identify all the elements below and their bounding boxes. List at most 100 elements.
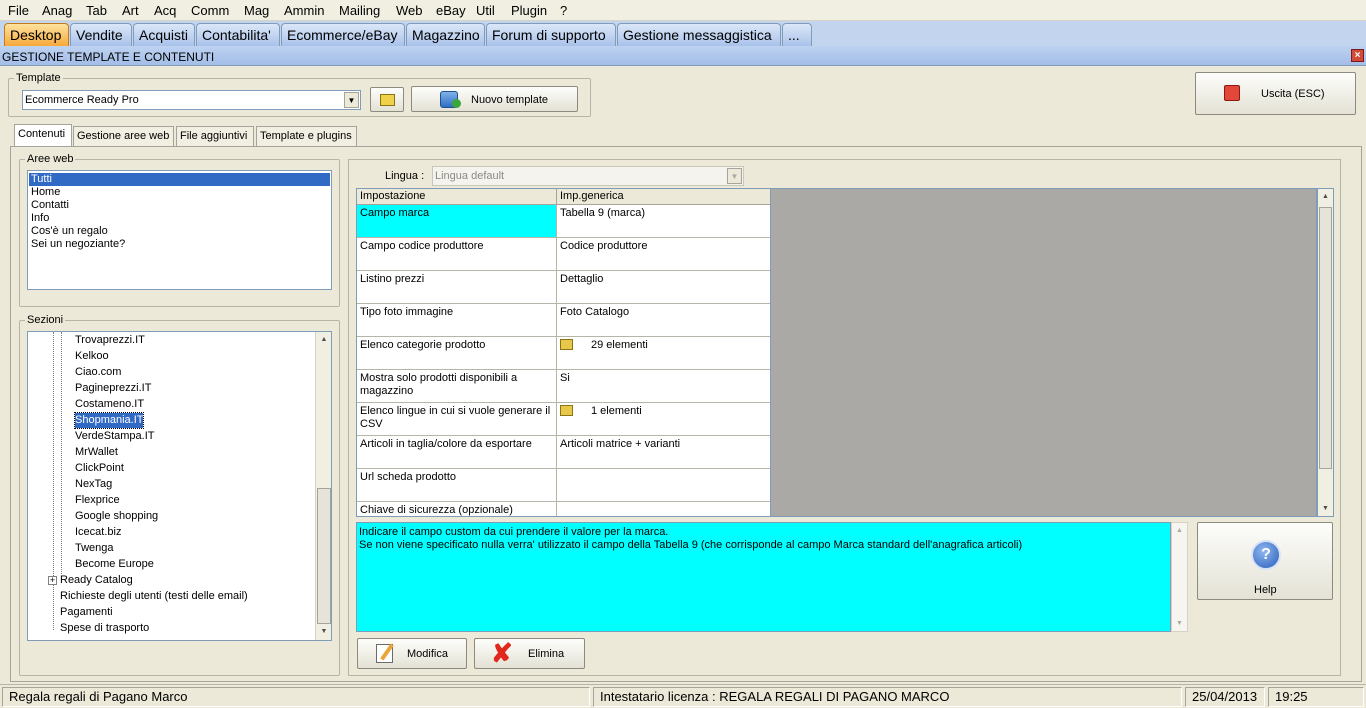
list-item[interactable]: Tutti bbox=[29, 173, 330, 186]
menu-tab[interactable]: Tab bbox=[86, 3, 107, 18]
grid-cell-setting[interactable]: Elenco lingue in cui si vuole generare i… bbox=[357, 403, 557, 436]
menu-anag[interactable]: Anag bbox=[42, 3, 72, 18]
settings-grid[interactable]: Impostazione Imp.generica Campo marca Ta… bbox=[356, 188, 771, 517]
grid-cell-value[interactable]: Tabella 9 (marca) bbox=[557, 205, 770, 238]
open-folder-button[interactable] bbox=[370, 87, 404, 112]
scroll-down-icon[interactable]: ▼ bbox=[1318, 501, 1333, 516]
tree-item[interactable]: Become Europe bbox=[75, 557, 154, 572]
grid-cell-setting[interactable]: Chiave di sicurezza (opzionale) bbox=[357, 502, 557, 516]
menu-ammin[interactable]: Ammin bbox=[284, 3, 324, 18]
column-header[interactable]: Imp.generica bbox=[557, 189, 770, 205]
grid-cell-setting[interactable]: Elenco categorie prodotto bbox=[357, 337, 557, 370]
scroll-thumb[interactable] bbox=[317, 488, 331, 624]
help-button[interactable]: ? Help bbox=[1197, 522, 1333, 600]
grid-cell-setting[interactable]: Campo marca bbox=[357, 205, 557, 238]
list-item[interactable]: Contatti bbox=[29, 199, 69, 212]
modifica-button[interactable]: Modifica bbox=[357, 638, 467, 669]
new-template-button[interactable]: Nuovo template bbox=[411, 86, 578, 112]
grid-cell-setting[interactable]: Url scheda prodotto bbox=[357, 469, 557, 502]
tree-item[interactable]: Flexprice bbox=[75, 493, 120, 508]
aree-web-list[interactable]: Tutti Home Contatti Info Cos'è un regalo… bbox=[27, 170, 332, 290]
grid-cell-value[interactable]: 1 elementi bbox=[557, 403, 770, 436]
description-box[interactable]: Indicare il campo custom da cui prendere… bbox=[356, 522, 1171, 632]
tree-item[interactable]: Trovaprezzi.IT bbox=[75, 333, 145, 348]
chevron-down-icon[interactable]: ▼ bbox=[727, 168, 742, 184]
scroll-up-icon[interactable]: ▲ bbox=[1172, 523, 1187, 538]
description-scrollbar[interactable]: ▲ ▼ bbox=[1171, 522, 1188, 632]
menu-plugin[interactable]: Plugin bbox=[511, 3, 547, 18]
tree-item[interactable]: Ciao.com bbox=[75, 365, 121, 380]
tab-acquisti[interactable]: Acquisti bbox=[133, 23, 195, 46]
tree-item[interactable]: Pagineprezzi.IT bbox=[75, 381, 151, 396]
tab-messaggistica[interactable]: Gestione messaggistica bbox=[617, 23, 781, 46]
subtab-template-plugins[interactable]: Template e plugins bbox=[256, 126, 357, 146]
list-item[interactable]: Home bbox=[29, 186, 60, 199]
list-item[interactable]: Cos'è un regalo bbox=[29, 225, 108, 238]
grid-cell-value[interactable]: Foto Catalogo bbox=[557, 304, 770, 337]
menu-file[interactable]: File bbox=[8, 3, 29, 18]
expand-icon[interactable]: + bbox=[48, 576, 57, 585]
grid-cell-value[interactable]: Si bbox=[557, 370, 770, 403]
scroll-down-icon[interactable]: ▼ bbox=[1172, 616, 1187, 631]
tree-item[interactable]: NexTag bbox=[75, 477, 112, 492]
tab-more[interactable]: ... bbox=[782, 23, 812, 46]
menu-art[interactable]: Art bbox=[122, 3, 139, 18]
tree-item-selected[interactable]: Shopmania.IT bbox=[73, 412, 145, 429]
lingua-select[interactable]: Lingua default ▼ bbox=[432, 166, 744, 186]
tree-item[interactable]: ClickPoint bbox=[75, 461, 124, 476]
tree-item[interactable]: Richieste degli utenti (testi delle emai… bbox=[60, 589, 248, 604]
grid-cell-setting[interactable]: Mostra solo prodotti disponibili a magaz… bbox=[357, 370, 557, 403]
tree-item[interactable]: MrWallet bbox=[75, 445, 118, 460]
tab-magazzino[interactable]: Magazzino bbox=[406, 23, 485, 46]
folder-icon[interactable] bbox=[560, 339, 573, 350]
menu-comm[interactable]: Comm bbox=[191, 3, 229, 18]
scroll-up-icon[interactable]: ▲ bbox=[1318, 189, 1333, 204]
tree-item[interactable]: Icecat.biz bbox=[75, 525, 121, 540]
grid-scrollbar[interactable]: ▲ ▼ bbox=[1317, 188, 1334, 517]
template-select[interactable]: Ecommerce Ready Pro ▼ bbox=[22, 90, 361, 110]
tab-ecommerce-ebay[interactable]: Ecommerce/eBay bbox=[281, 23, 405, 46]
elimina-button[interactable]: ✘ Elimina bbox=[474, 638, 585, 669]
list-item[interactable]: Info bbox=[29, 212, 49, 225]
subtab-file-aggiuntivi[interactable]: File aggiuntivi bbox=[176, 126, 254, 146]
tab-forum[interactable]: Forum di supporto bbox=[486, 23, 616, 46]
list-item[interactable]: Sei un negoziante? bbox=[29, 238, 125, 251]
grid-cell-setting[interactable]: Articoli in taglia/colore da esportare bbox=[357, 436, 557, 469]
chevron-down-icon[interactable]: ▼ bbox=[344, 92, 359, 108]
tab-contabilita[interactable]: Contabilita' bbox=[196, 23, 280, 46]
scroll-thumb[interactable] bbox=[1319, 207, 1332, 469]
menu-mailing[interactable]: Mailing bbox=[339, 3, 380, 18]
grid-cell-value[interactable]: 29 elementi bbox=[557, 337, 770, 370]
tree-item[interactable]: Ready Catalog bbox=[60, 573, 133, 588]
tab-vendite[interactable]: Vendite bbox=[70, 23, 132, 46]
menu-web[interactable]: Web bbox=[396, 3, 423, 18]
tree-item[interactable]: Spese di trasporto bbox=[60, 621, 149, 636]
menu-acq[interactable]: Acq bbox=[154, 3, 176, 18]
tree-item[interactable]: Twenga bbox=[75, 541, 114, 556]
subtab-gestione-aree[interactable]: Gestione aree web bbox=[73, 126, 174, 146]
tree-item[interactable]: Costameno.IT bbox=[75, 397, 144, 412]
menu-ebay[interactable]: eBay bbox=[436, 3, 466, 18]
menu-util[interactable]: Util bbox=[476, 3, 495, 18]
menu-help[interactable]: ? bbox=[560, 3, 567, 18]
tree-item[interactable]: VerdeStampa.IT bbox=[75, 429, 155, 444]
scroll-up-icon[interactable]: ▲ bbox=[316, 332, 331, 347]
grid-cell-value[interactable]: Codice produttore bbox=[557, 238, 770, 271]
sezioni-tree[interactable]: Trovaprezzi.IT Kelkoo Ciao.com Paginepre… bbox=[27, 331, 332, 641]
exit-button[interactable]: Uscita (ESC) bbox=[1195, 72, 1356, 115]
tab-desktop[interactable]: Desktop bbox=[4, 23, 69, 46]
menu-mag[interactable]: Mag bbox=[244, 3, 269, 18]
tree-item[interactable]: Kelkoo bbox=[75, 349, 109, 364]
grid-cell-value[interactable]: Articoli matrice + varianti bbox=[557, 436, 770, 469]
folder-icon[interactable] bbox=[560, 405, 573, 416]
grid-cell-value[interactable] bbox=[557, 502, 770, 516]
grid-cell-value[interactable]: Dettaglio bbox=[557, 271, 770, 304]
scroll-down-icon[interactable]: ▼ bbox=[316, 624, 331, 639]
grid-cell-setting[interactable]: Listino prezzi bbox=[357, 271, 557, 304]
tree-item[interactable]: Pagamenti bbox=[60, 605, 113, 620]
column-header[interactable]: Impostazione bbox=[357, 189, 557, 205]
grid-cell-setting[interactable]: Campo codice produttore bbox=[357, 238, 557, 271]
grid-cell-setting[interactable]: Tipo foto immagine bbox=[357, 304, 557, 337]
tree-item[interactable]: Google shopping bbox=[75, 509, 158, 524]
close-icon[interactable]: × bbox=[1351, 49, 1364, 62]
